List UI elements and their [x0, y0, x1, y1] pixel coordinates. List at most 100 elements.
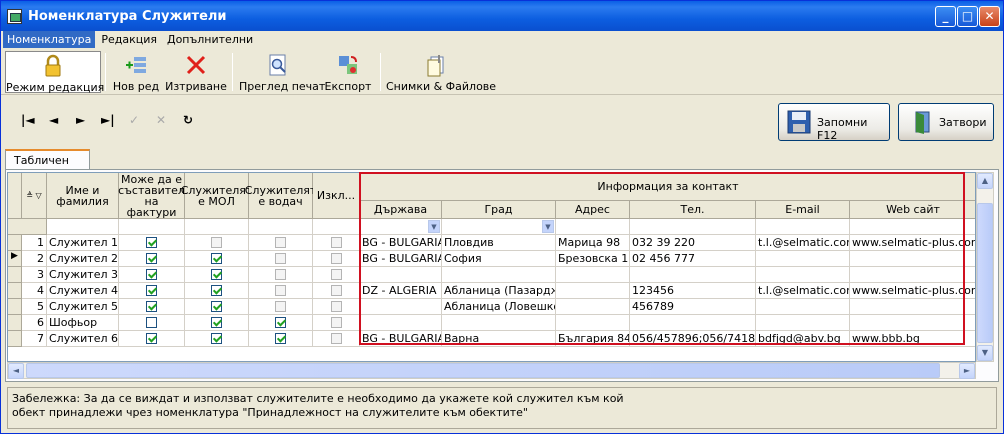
checkbox-mol[interactable]	[211, 253, 222, 264]
cell-city[interactable]: Варна	[442, 331, 556, 347]
checkbox-invoice[interactable]	[146, 285, 157, 296]
cell-name[interactable]: Служител 5	[47, 299, 119, 315]
cell-driver[interactable]	[249, 315, 313, 331]
checkbox-excl[interactable]	[331, 253, 342, 264]
checkbox-driver[interactable]	[275, 333, 286, 344]
cell-web[interactable]	[850, 299, 975, 315]
cell-invoice[interactable]	[119, 331, 185, 347]
col-header-email[interactable]: E-mail	[756, 201, 850, 219]
cell-mol[interactable]	[185, 299, 249, 315]
checkbox-invoice[interactable]	[146, 253, 157, 264]
checkbox-mol[interactable]	[211, 317, 222, 328]
checkbox-mol[interactable]	[211, 333, 222, 344]
cell-excl[interactable]	[313, 251, 360, 267]
row-indicator[interactable]	[8, 267, 22, 283]
checkbox-excl[interactable]	[331, 301, 342, 312]
cell-phone[interactable]: 123456	[630, 283, 756, 299]
checkbox-invoice[interactable]	[146, 269, 157, 280]
nav-last-button[interactable]: ►|	[101, 113, 115, 127]
cell-name[interactable]: Шофьор	[47, 315, 119, 331]
cell-invoice[interactable]	[119, 267, 185, 283]
cell-name[interactable]: Служител 2	[47, 251, 119, 267]
scroll-thumb[interactable]	[26, 363, 940, 378]
cell-city[interactable]	[442, 267, 556, 283]
filter-excl[interactable]	[313, 219, 360, 235]
nav-first-button[interactable]: |◄	[21, 113, 35, 127]
cell-country[interactable]: DZ - ALGERIA	[360, 283, 442, 299]
filter-city[interactable]: ▼	[442, 219, 556, 235]
export-button[interactable]: Експорт	[323, 51, 373, 93]
menu-edit[interactable]: Редакция	[97, 31, 161, 48]
checkbox-invoice[interactable]	[146, 317, 157, 328]
cell-address[interactable]	[556, 315, 630, 331]
col-header-city[interactable]: Град	[442, 201, 556, 219]
cell-phone[interactable]: 032 39 220	[630, 235, 756, 251]
cell-web[interactable]: www.selmatic-plus.com	[850, 235, 975, 251]
cell-phone[interactable]: 456789	[630, 299, 756, 315]
nav-cancel-button[interactable]: ✕	[156, 113, 166, 127]
row-indicator[interactable]	[8, 235, 22, 251]
minimize-button[interactable]: _	[935, 6, 956, 27]
checkbox-invoice[interactable]	[146, 237, 157, 248]
cell-web[interactable]: www.bbb.bg	[850, 331, 975, 347]
cell-phone[interactable]: 02 456 777	[630, 251, 756, 267]
cell-mol[interactable]	[185, 251, 249, 267]
scroll-thumb[interactable]	[977, 203, 993, 343]
cell-name[interactable]: Служител 1	[47, 235, 119, 251]
cell-email[interactable]	[756, 251, 850, 267]
cell-web[interactable]	[850, 251, 975, 267]
cell-mol[interactable]	[185, 235, 249, 251]
nav-next-button[interactable]: ►	[76, 113, 85, 127]
vertical-scrollbar[interactable]: ▲ ▼	[976, 172, 994, 362]
row-indicator[interactable]: ▶	[8, 251, 22, 267]
row-indicator[interactable]	[8, 315, 22, 331]
cell-web[interactable]	[850, 315, 975, 331]
filter-address[interactable]	[556, 219, 630, 235]
scroll-down-icon[interactable]: ▼	[977, 345, 993, 361]
chevron-down-icon[interactable]: ▼	[542, 220, 554, 233]
cell-address[interactable]: Марица 98	[556, 235, 630, 251]
cell-invoice[interactable]	[119, 299, 185, 315]
cell-email[interactable]	[756, 315, 850, 331]
cell-city[interactable]: Абланица (Ловешко)	[442, 299, 556, 315]
filter-mol[interactable]	[185, 219, 249, 235]
chevron-down-icon[interactable]: ▼	[428, 220, 440, 233]
checkbox-excl[interactable]	[331, 333, 342, 344]
scroll-up-icon[interactable]: ▲	[977, 173, 993, 189]
cell-email[interactable]: t.l.@selmatic.com	[756, 235, 850, 251]
cell-address[interactable]	[556, 283, 630, 299]
checkbox-driver[interactable]	[275, 269, 286, 280]
photos-files-button[interactable]: Снимки & Файлове	[386, 51, 496, 93]
edit-mode-button[interactable]: Режим редакция	[5, 51, 104, 94]
cell-email[interactable]	[756, 299, 850, 315]
cell-phone[interactable]	[630, 267, 756, 283]
cell-web[interactable]: www.selmatic-plus.com	[850, 283, 975, 299]
cell-city[interactable]	[442, 315, 556, 331]
cell-phone[interactable]	[630, 315, 756, 331]
tab-table-view[interactable]: Табличен вид	[5, 149, 90, 180]
filter-invoice[interactable]	[119, 219, 185, 235]
cell-country[interactable]	[360, 299, 442, 315]
checkbox-excl[interactable]	[331, 285, 342, 296]
row-indicator[interactable]	[8, 283, 22, 299]
menu-additional[interactable]: Допълнителни	[163, 31, 257, 48]
checkbox-invoice[interactable]	[146, 301, 157, 312]
cell-excl[interactable]	[313, 331, 360, 347]
col-header-address[interactable]: Адрес	[556, 201, 630, 219]
checkbox-excl[interactable]	[331, 317, 342, 328]
checkbox-driver[interactable]	[275, 237, 286, 248]
checkbox-excl[interactable]	[331, 237, 342, 248]
checkbox-driver[interactable]	[275, 253, 286, 264]
cell-excl[interactable]	[313, 315, 360, 331]
save-button[interactable]: Запомни F12	[778, 103, 890, 142]
scroll-left-icon[interactable]: ◄	[8, 363, 24, 379]
close-window-button[interactable]: ✕	[979, 6, 1000, 27]
close-button[interactable]: Затвори	[898, 103, 994, 141]
cell-excl[interactable]	[313, 283, 360, 299]
nav-prev-button[interactable]: ◄	[49, 113, 58, 127]
cell-address[interactable]: България 84	[556, 331, 630, 347]
col-header-phone[interactable]: Тел.	[630, 201, 756, 219]
cell-excl[interactable]	[313, 267, 360, 283]
cell-city[interactable]: Пловдив	[442, 235, 556, 251]
maximize-button[interactable]: □	[957, 6, 978, 27]
